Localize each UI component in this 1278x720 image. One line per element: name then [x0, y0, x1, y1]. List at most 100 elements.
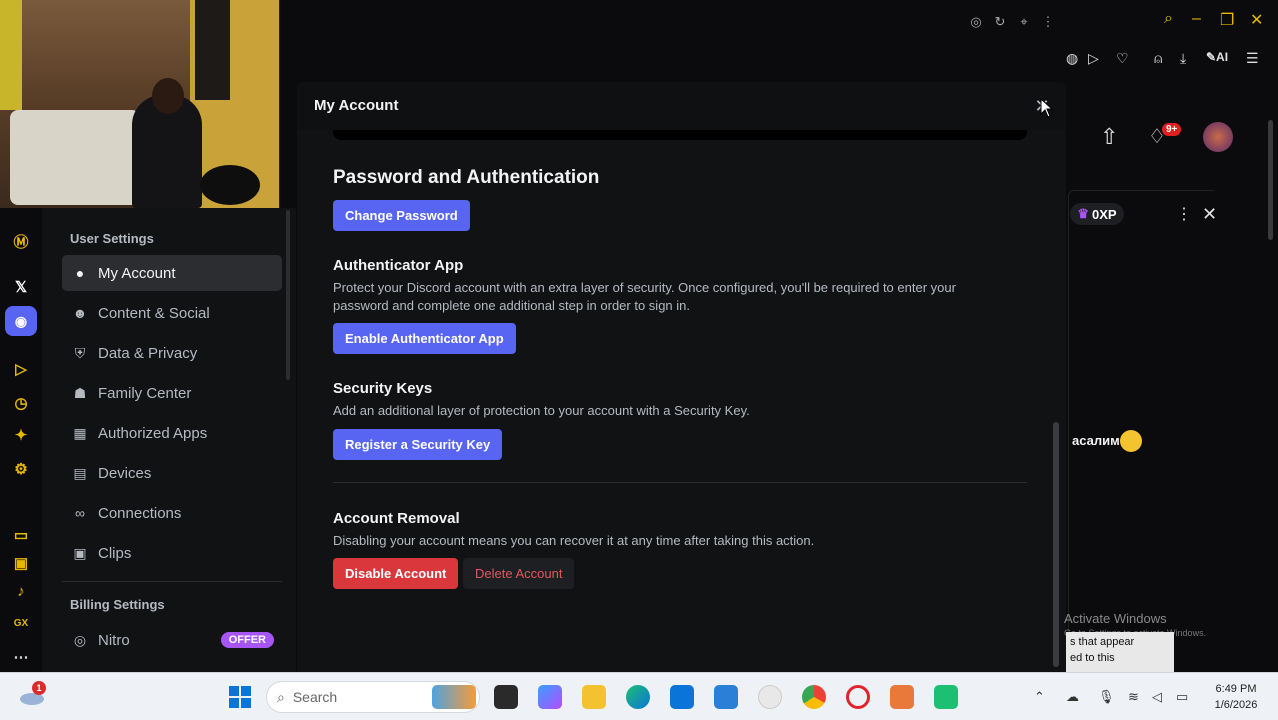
shield-toolbar-icon[interactable]: ◍ — [1066, 50, 1078, 67]
toast-popup[interactable]: s that appear ed to this — [1066, 632, 1174, 672]
enable-authenticator-button[interactable]: Enable Authenticator App — [333, 323, 516, 354]
player-icon[interactable]: ▷ — [10, 358, 32, 380]
password-auth-heading: Password and Authentication — [333, 167, 600, 188]
wifi-icon[interactable]: ≋ — [1128, 689, 1139, 705]
restore-icon[interactable]: ❐ — [1220, 10, 1234, 30]
security-keys-description: Add an additional layer of protection to… — [333, 403, 750, 418]
refresh-icon[interactable]: ↻ — [992, 14, 1008, 30]
file-explorer-icon[interactable] — [582, 685, 606, 709]
microphone-icon[interactable]: 🎙︎ — [1098, 689, 1115, 705]
profile-card-bottom — [333, 130, 1027, 140]
app-a-icon[interactable] — [890, 685, 914, 709]
xp-value: 0XP — [1092, 206, 1117, 222]
user-settings-header: User Settings — [70, 231, 154, 246]
task-view-icon[interactable] — [494, 685, 518, 709]
sidebar-item-authorized-apps[interactable]: ▦ Authorized Apps — [62, 415, 282, 451]
chrome-icon[interactable] — [802, 685, 826, 709]
music-icon[interactable]: ♪ — [10, 580, 32, 602]
my-account-modal: My Account ✕ Password and Authentication… — [297, 82, 1066, 672]
avatar[interactable] — [1203, 122, 1233, 152]
toast-line-2: ed to this — [1070, 652, 1115, 664]
register-security-key-button[interactable]: Register a Security Key — [333, 429, 503, 460]
messenger-icon[interactable]: Ⓜ — [10, 230, 32, 252]
offer-badge: OFFER — [220, 632, 274, 648]
apps-icon: ▦ — [73, 424, 87, 441]
box-icon[interactable]: ▣ — [10, 552, 32, 574]
authenticator-heading: Authenticator App — [333, 257, 464, 274]
webcam-curtain — [0, 0, 22, 110]
volume-icon[interactable]: ◁ — [1152, 689, 1162, 705]
sidebar-item-content-social[interactable]: ☻ Content & Social — [62, 295, 282, 331]
history-icon[interactable]: ◷ — [10, 392, 32, 414]
sidebar-scrollbar[interactable] — [286, 210, 290, 380]
outlook-icon[interactable] — [714, 685, 738, 709]
battery-icon[interactable]: ▭ — [1176, 689, 1188, 705]
app-notification-icon[interactable] — [758, 685, 782, 709]
link-icon: ∞ — [75, 505, 85, 521]
upload-icon[interactable]: ⇧ — [1100, 124, 1118, 150]
devices-icon: ▤ — [73, 464, 87, 481]
heart-icon[interactable]: ♡ — [1116, 50, 1129, 67]
ai-icon[interactable]: ✎AI — [1206, 50, 1228, 64]
sidebar-item-data-privacy[interactable]: ⛨ Data & Privacy — [62, 335, 282, 371]
profile-toolbar-icon[interactable]: ⍝ — [1154, 50, 1162, 67]
sidebar-item-family-center[interactable]: ☗ Family Center — [62, 375, 282, 411]
tray-chevron-icon[interactable]: ⌃ — [1034, 689, 1045, 705]
modal-title: My Account — [314, 97, 399, 114]
minimize-icon[interactable]: – — [1192, 10, 1201, 28]
tray-cloud-icon[interactable]: ☁ — [1066, 689, 1079, 705]
search-icon[interactable]: ⌕ — [1164, 10, 1173, 28]
sidebar-item-label: Devices — [98, 464, 152, 482]
x-twitter-icon[interactable]: 𝕏 — [10, 276, 32, 298]
gx-icon[interactable]: GX — [10, 612, 32, 634]
page-scrollbar[interactable] — [1268, 120, 1273, 240]
windows-start-icon[interactable] — [228, 685, 252, 709]
sidebar-item-my-account[interactable]: ● My Account — [62, 255, 282, 291]
sidebar-item-label: Clips — [98, 544, 132, 562]
section-divider — [333, 482, 1027, 483]
pensive-emoji-icon — [1120, 430, 1142, 452]
sidebar-item-connections[interactable]: ∞ Connections — [62, 495, 282, 531]
delete-account-button[interactable]: Delete Account — [463, 558, 575, 589]
sidebar-item-nitro[interactable]: ◎ Nitro OFFER — [62, 622, 282, 658]
app-green-icon[interactable] — [934, 685, 958, 709]
sidebar-item-label: Authorized Apps — [98, 424, 208, 442]
weather-badge: 1 — [32, 681, 46, 695]
kebab-menu-icon[interactable]: ⋮ — [1040, 14, 1056, 30]
sidebar-divider — [62, 581, 282, 582]
system-clock[interactable]: 6:49 PM 1/6/2026 — [1206, 681, 1266, 713]
disable-account-button[interactable]: Disable Account — [333, 558, 459, 589]
download-icon[interactable]: ⤓ — [1180, 50, 1186, 67]
mouse-cursor-icon — [1040, 97, 1054, 123]
edge-icon[interactable] — [626, 685, 650, 709]
settings-icon[interactable]: ◎ — [968, 14, 984, 30]
discord-icon[interactable]: ◉ — [5, 306, 37, 336]
sidebar-item-devices[interactable]: ▤ Devices — [62, 455, 282, 491]
extensions-icon[interactable]: ✦ — [10, 424, 32, 446]
store-icon[interactable] — [670, 685, 694, 709]
settings-sidebar: User Settings ● My Account ☻ Content & S… — [42, 208, 296, 672]
sidebar-item-clips[interactable]: ▣ Clips — [62, 535, 282, 571]
billing-settings-header: Billing Settings — [70, 597, 165, 612]
chat-panel — [1068, 190, 1214, 672]
settings-gear-icon[interactable]: ⚙ — [10, 458, 32, 480]
menu-icon[interactable]: ☰ — [1246, 50, 1259, 67]
more-icon[interactable]: ⋯ — [10, 646, 32, 668]
xp-badge[interactable]: ♛ 0XP — [1070, 203, 1124, 225]
security-keys-heading: Security Keys — [333, 380, 433, 397]
opera-icon[interactable] — [846, 685, 870, 709]
modal-scrollbar[interactable] — [1053, 422, 1059, 667]
webcam-overlay — [0, 0, 280, 208]
pin-icon[interactable]: ⌖ — [1016, 14, 1032, 30]
search-highlight-icon[interactable] — [432, 685, 476, 709]
notification-badge: 9+ — [1162, 123, 1182, 136]
search-placeholder: Search — [292, 689, 338, 705]
play-icon[interactable]: ▷ — [1088, 50, 1099, 67]
copilot-icon[interactable] — [538, 685, 562, 709]
change-password-button[interactable]: Change Password — [333, 200, 470, 231]
activate-windows-title: Activate Windows — [1064, 611, 1167, 626]
sidebar-item-label: Data & Privacy — [98, 344, 198, 362]
browser-sidebar-rail: Ⓜ 𝕏 ◉ ▷ ◷ ✦ ⚙ ▭ ▣ ♪ GX ⋯ — [0, 208, 42, 672]
wallet-icon[interactable]: ▭ — [10, 524, 32, 546]
window-close-icon[interactable]: ✕ — [1250, 10, 1263, 30]
